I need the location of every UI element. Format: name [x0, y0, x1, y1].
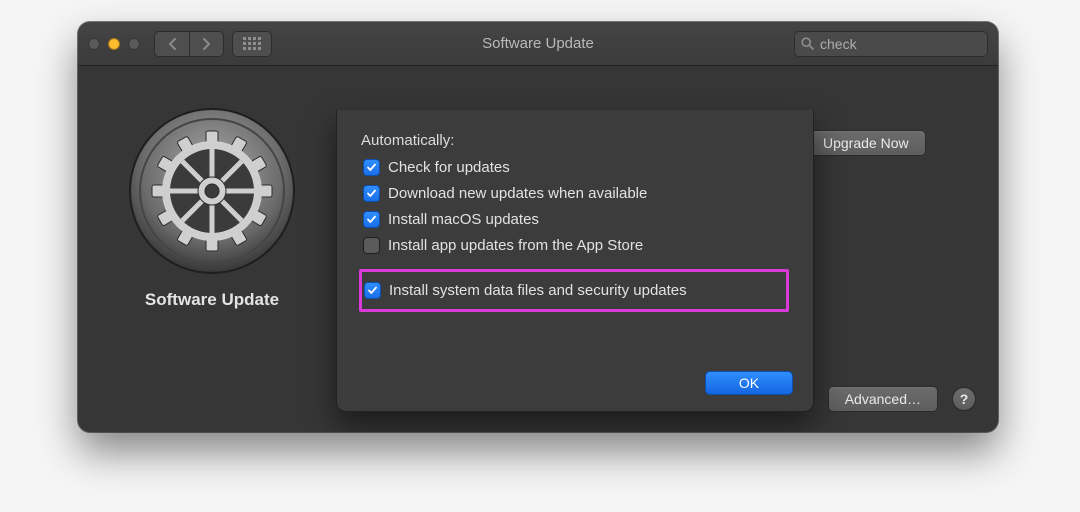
checkbox[interactable] — [363, 237, 380, 254]
advanced-sheet: Automatically: Check for updates Downloa… — [336, 110, 814, 412]
option-install-app-updates[interactable]: Install app updates from the App Store — [363, 237, 789, 254]
show-all-button[interactable] — [232, 31, 272, 57]
option-check-for-updates[interactable]: Check for updates — [363, 159, 789, 176]
minimize-window-button[interactable] — [108, 38, 120, 50]
checkbox[interactable] — [364, 282, 381, 299]
nav-segment — [154, 31, 224, 57]
search-icon — [801, 37, 814, 50]
check-icon — [366, 188, 377, 199]
checkbox[interactable] — [363, 211, 380, 228]
check-icon — [366, 214, 377, 225]
window-controls — [88, 38, 140, 50]
panel-label: Software Update — [102, 290, 322, 310]
gear-icon — [127, 106, 297, 276]
option-download-new-updates[interactable]: Download new updates when available — [363, 185, 789, 202]
chevron-left-icon — [168, 38, 177, 50]
sheet-footer: OK — [705, 371, 793, 395]
checkbox[interactable] — [363, 185, 380, 202]
panel-body: Software Update Upgrade Now Advanced… ? … — [78, 66, 998, 432]
forward-button[interactable] — [189, 32, 223, 56]
advanced-button[interactable]: Advanced… — [828, 386, 938, 412]
close-window-button[interactable] — [88, 38, 100, 50]
check-icon — [366, 162, 377, 173]
preferences-window: Software Update — [78, 22, 998, 432]
titlebar: Software Update — [78, 22, 998, 66]
chevron-right-icon — [202, 38, 211, 50]
annotation-highlight: Install system data files and security u… — [359, 269, 789, 312]
option-label: Install macOS updates — [388, 211, 539, 228]
search-input[interactable] — [820, 36, 998, 52]
option-label: Install app updates from the App Store — [388, 237, 643, 254]
option-label: Check for updates — [388, 159, 510, 176]
side-actions: Upgrade Now — [806, 130, 976, 156]
option-install-macos-updates[interactable]: Install macOS updates — [363, 211, 789, 228]
panel-icon-section: Software Update — [102, 106, 322, 310]
grid-icon — [243, 37, 261, 50]
footer-actions: Advanced… ? — [828, 386, 976, 412]
option-label: Install system data files and security u… — [389, 282, 687, 299]
options-list: Check for updates Download new updates w… — [363, 159, 789, 312]
back-button[interactable] — [155, 32, 189, 56]
checkbox[interactable] — [363, 159, 380, 176]
upgrade-now-button[interactable]: Upgrade Now — [806, 130, 926, 156]
ok-button[interactable]: OK — [705, 371, 793, 395]
option-label: Download new updates when available — [388, 185, 647, 202]
check-icon — [367, 285, 378, 296]
search-field[interactable] — [794, 31, 988, 57]
zoom-window-button[interactable] — [128, 38, 140, 50]
sheet-heading: Automatically: — [361, 132, 789, 149]
help-button[interactable]: ? — [952, 387, 976, 411]
option-install-system-data[interactable]: Install system data files and security u… — [364, 282, 772, 299]
